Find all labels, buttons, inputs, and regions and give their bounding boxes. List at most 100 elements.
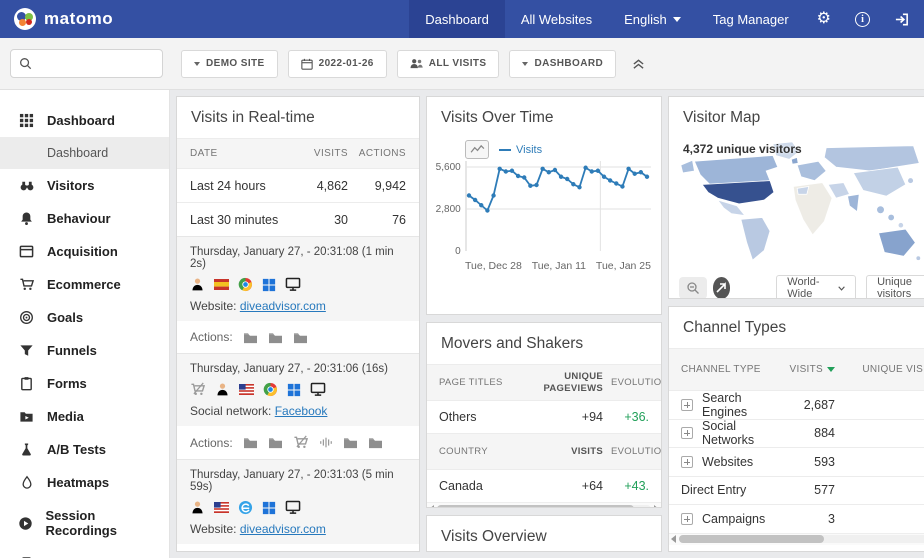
sidebar-item-custom-reports[interactable]: Custom Reports bbox=[0, 547, 169, 558]
sidebar-item-behaviour[interactable]: Behaviour bbox=[0, 202, 169, 235]
help-button[interactable]: i bbox=[843, 0, 882, 38]
nav-item-tag-manager[interactable]: Tag Manager bbox=[697, 0, 805, 38]
realtime-table-header: DATE VISITS ACTIONS bbox=[177, 138, 419, 168]
nav-item-all-websites[interactable]: All Websites bbox=[505, 0, 608, 38]
referrer-link[interactable]: Facebook bbox=[275, 404, 328, 418]
column-visits[interactable]: VISITS bbox=[767, 364, 835, 375]
folder-icon bbox=[243, 436, 258, 449]
column-channel-type[interactable]: CHANNEL TYPE bbox=[681, 364, 767, 375]
expand-icon[interactable] bbox=[681, 513, 693, 525]
sidebar-item-label: Visitors bbox=[47, 178, 94, 193]
dashboard-selector-button[interactable]: DASHBOARD bbox=[509, 50, 616, 78]
person-icon bbox=[215, 382, 230, 397]
realtime-summary-row[interactable]: Last 30 minutes3076 bbox=[177, 202, 419, 236]
sidebar-item-label: Forms bbox=[47, 376, 87, 391]
settings-button[interactable]: ⚙ bbox=[805, 0, 843, 38]
search-box[interactable] bbox=[10, 49, 163, 78]
metric-select[interactable]: Unique visitors bbox=[866, 275, 924, 299]
bell-icon bbox=[18, 211, 35, 226]
expand-icon[interactable] bbox=[681, 456, 693, 468]
date-selector-button[interactable]: 2022-01-26 bbox=[288, 50, 387, 78]
folder-icon bbox=[368, 436, 383, 449]
visits-line-chart[interactable] bbox=[465, 161, 651, 257]
person-icon bbox=[190, 500, 205, 515]
region-select[interactable]: World-Wide bbox=[776, 275, 856, 299]
sidebar-item-label: Ecommerce bbox=[47, 277, 121, 292]
nav-item-dashboard[interactable]: Dashboard bbox=[409, 0, 505, 38]
horizontal-scrollbar[interactable] bbox=[669, 533, 924, 545]
visit-datetime: Thursday, January 27, - 20:31:03 (5 min … bbox=[190, 469, 406, 493]
scroll-right-icon[interactable] bbox=[654, 505, 659, 509]
channel-row[interactable]: Websites593 bbox=[669, 447, 924, 476]
visit-datetime: Thursday, January 27, - 20:31:06 (16s) bbox=[190, 363, 406, 375]
zoom-out-button[interactable] bbox=[679, 277, 707, 299]
recenter-globe-button[interactable] bbox=[713, 277, 731, 299]
control-bar: DEMO SITE 2022-01-26 ALL VISITS DASHBOAR… bbox=[0, 38, 924, 90]
sidebar-item-visitors[interactable]: Visitors bbox=[0, 169, 169, 202]
channel-row[interactable]: Direct Entry577 bbox=[669, 476, 924, 505]
signout-button[interactable] bbox=[882, 0, 924, 38]
cart-outline-icon bbox=[18, 277, 35, 292]
widget-visitor-map: Visitor Map 4,372 unique visitors bbox=[668, 96, 924, 299]
widget-title: Movers and Shakers bbox=[427, 323, 661, 364]
nav-item-english[interactable]: English bbox=[608, 0, 697, 38]
sidebar-item-label: Dashboard bbox=[47, 146, 108, 160]
sidebar-item-acquisition[interactable]: Acquisition bbox=[0, 235, 169, 268]
legend-line-swatch bbox=[499, 149, 511, 151]
sidebar-item-dashboard[interactable]: Dashboard bbox=[0, 137, 169, 169]
horizontal-scrollbar[interactable] bbox=[427, 502, 661, 508]
collapse-bar-icon[interactable] bbox=[632, 58, 645, 70]
cart-x-icon bbox=[293, 435, 309, 450]
sidebar-item-ecommerce[interactable]: Ecommerce bbox=[0, 268, 169, 301]
chart-type-toggle-icon[interactable] bbox=[465, 140, 489, 159]
scroll-left-icon[interactable] bbox=[429, 505, 434, 509]
gear-icon: ⚙ bbox=[817, 11, 831, 27]
ie-icon bbox=[238, 500, 253, 515]
referrer-link[interactable]: diveadvisor.com bbox=[240, 522, 326, 536]
channel-row[interactable]: Search Engines2,6872, bbox=[669, 390, 924, 419]
column-unique-visitors[interactable]: UNIQUE VISITORS bbox=[835, 364, 924, 375]
sidebar-item-session-recordings[interactable]: Session Recordings bbox=[0, 499, 169, 547]
segment-selector-button[interactable]: ALL VISITS bbox=[397, 50, 500, 78]
movers-row[interactable]: Others+94+36. bbox=[427, 400, 661, 433]
channel-row[interactable]: Social Networks884 bbox=[669, 419, 924, 448]
sidebar-item-label: Session Recordings bbox=[45, 508, 159, 538]
widget-title: Visits Overview bbox=[427, 516, 661, 552]
flag-es-icon bbox=[214, 279, 229, 290]
folder-icon bbox=[343, 436, 358, 449]
x-tick-label: Tue, Jan 11 bbox=[532, 260, 586, 272]
target-icon bbox=[18, 310, 35, 325]
chevron-down-icon bbox=[522, 62, 528, 66]
sidebar-item-funnels[interactable]: Funnels bbox=[0, 334, 169, 367]
search-input[interactable] bbox=[38, 57, 154, 71]
desktop-icon bbox=[310, 382, 326, 397]
cart-x-icon bbox=[190, 382, 206, 397]
sidebar-item-goals[interactable]: Goals bbox=[0, 301, 169, 334]
chevron-down-icon bbox=[673, 17, 681, 22]
grid-icon bbox=[18, 113, 35, 128]
sidebar-item-dashboard[interactable]: Dashboard bbox=[0, 104, 169, 137]
sidebar-item-label: Behaviour bbox=[47, 211, 111, 226]
matomo-app: matomo DashboardAll WebsitesEnglishTag M… bbox=[0, 0, 924, 558]
sidebar-item-a-b-tests[interactable]: A/B Tests bbox=[0, 433, 169, 466]
windows-icon bbox=[262, 278, 276, 292]
scroll-left-icon[interactable] bbox=[671, 535, 676, 543]
realtime-summary-row[interactable]: Last 24 hours4,8629,942 bbox=[177, 168, 419, 202]
sidebar-item-heatmaps[interactable]: Heatmaps bbox=[0, 466, 169, 499]
content-area: Dashboard Dashboard Visitors Behaviour Acqui… bbox=[0, 90, 924, 558]
site-selector-button[interactable]: DEMO SITE bbox=[181, 50, 278, 78]
widget-visits-realtime: Visits in Real-time DATE VISITS ACTIONS … bbox=[176, 96, 420, 552]
channel-row[interactable]: Campaigns3 bbox=[669, 504, 924, 533]
funnel-icon bbox=[18, 343, 35, 358]
expand-icon[interactable] bbox=[681, 427, 693, 439]
sidebar-item-forms[interactable]: Forms bbox=[0, 367, 169, 400]
folder-icon bbox=[293, 331, 308, 344]
sidebar-item-media[interactable]: Media bbox=[0, 400, 169, 433]
expand-icon[interactable] bbox=[681, 399, 693, 411]
matomo-logo[interactable]: matomo bbox=[0, 0, 127, 38]
sort-desc-icon bbox=[827, 367, 835, 372]
movers-row[interactable]: Canada+64+43. bbox=[427, 469, 661, 502]
chart-legend: Visits bbox=[499, 144, 542, 156]
world-map[interactable] bbox=[677, 138, 924, 264]
referrer-link[interactable]: diveadvisor.com bbox=[240, 299, 326, 313]
